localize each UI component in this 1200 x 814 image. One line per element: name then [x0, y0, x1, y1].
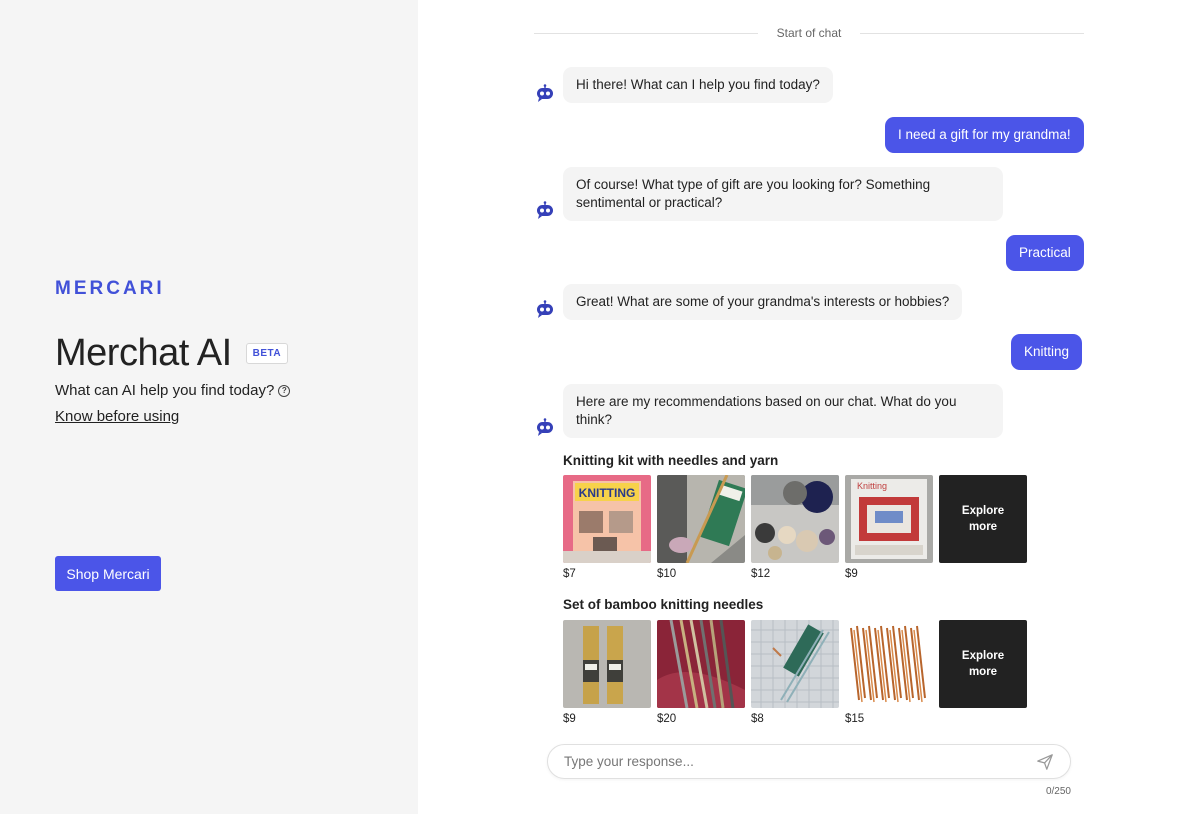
- question-circle-icon[interactable]: ?: [278, 384, 291, 397]
- recommendation-title: Set of bamboo knitting needles: [563, 597, 764, 612]
- message-composer: [547, 744, 1071, 779]
- explore-more-button[interactable]: Explore more: [939, 475, 1027, 563]
- response-input[interactable]: [564, 745, 1024, 778]
- know-before-using-link[interactable]: Know before using: [55, 408, 179, 425]
- explore-label: Explore: [961, 650, 1005, 662]
- product-thumbnail-needles-on-lace[interactable]: [751, 620, 839, 708]
- bot-message: Great! What are some of your grandma's i…: [563, 284, 963, 320]
- bot-avatar-icon: [537, 418, 553, 436]
- product-thumbnail-needles-package[interactable]: [657, 475, 745, 563]
- sidebar-panel: MERCARI Merchat AI BETA What can AI help…: [0, 0, 418, 814]
- mercari-logo[interactable]: MERCARI: [55, 278, 165, 300]
- title-row: Merchat AI BETA: [55, 332, 289, 375]
- product-price: $12: [751, 568, 771, 580]
- product-thumbnail-bamboo-needles-pack[interactable]: [563, 620, 651, 708]
- product-price: $9: [845, 568, 858, 580]
- thumb-label: Knitting: [857, 481, 887, 491]
- product-thumbnail-needles-on-fabric[interactable]: [657, 620, 745, 708]
- user-message: I need a gift for my grandma!: [885, 117, 1084, 153]
- shop-mercari-button[interactable]: Shop Mercari: [55, 556, 161, 591]
- explore-label-more: more: [968, 521, 998, 533]
- explore-more-button[interactable]: Explore more: [939, 620, 1027, 708]
- product-thumbnail-yarn-set[interactable]: [751, 475, 839, 563]
- explore-label-more: more: [968, 666, 998, 678]
- paper-plane-icon[interactable]: [1036, 753, 1054, 771]
- product-thumbnail-knitting-kit-box[interactable]: Knitting: [845, 475, 933, 563]
- bot-message: Of course! What type of gift are you loo…: [563, 167, 1003, 221]
- beta-badge: BETA: [245, 343, 289, 364]
- product-price: $15: [845, 713, 865, 725]
- product-price: $8: [751, 713, 764, 725]
- product-price: $10: [657, 568, 677, 580]
- page-title: Merchat AI: [55, 332, 232, 374]
- bot-avatar-icon: [537, 84, 553, 102]
- character-counter: 0/250: [1045, 786, 1071, 797]
- product-price: $20: [657, 713, 677, 725]
- bot-avatar-icon: [537, 300, 553, 318]
- bot-avatar-icon: [537, 201, 553, 219]
- product-thumbnail-knitting-book[interactable]: KNITTING: [563, 475, 651, 563]
- product-price: $9: [563, 713, 576, 725]
- subtitle-text: What can AI help you find today?: [55, 382, 275, 399]
- thumb-label: KNITTING: [579, 486, 636, 500]
- explore-label: Explore: [961, 505, 1005, 517]
- divider-line-right: [860, 33, 1084, 34]
- divider-line-left: [534, 33, 758, 34]
- product-price: $7: [563, 568, 576, 580]
- recommendation-title: Knitting kit with needles and yarn: [563, 453, 779, 468]
- product-thumbnail-bamboo-needle-set[interactable]: [845, 620, 933, 708]
- user-message: Practical: [1006, 235, 1084, 271]
- user-message: Knitting: [1011, 334, 1083, 370]
- bot-message: Hi there! What can I help you find today…: [563, 67, 833, 103]
- bot-message: Here are my recommendations based on our…: [563, 384, 1003, 438]
- start-of-chat-label: Start of chat: [776, 26, 842, 40]
- subtitle-row: What can AI help you find today? ?: [55, 382, 291, 399]
